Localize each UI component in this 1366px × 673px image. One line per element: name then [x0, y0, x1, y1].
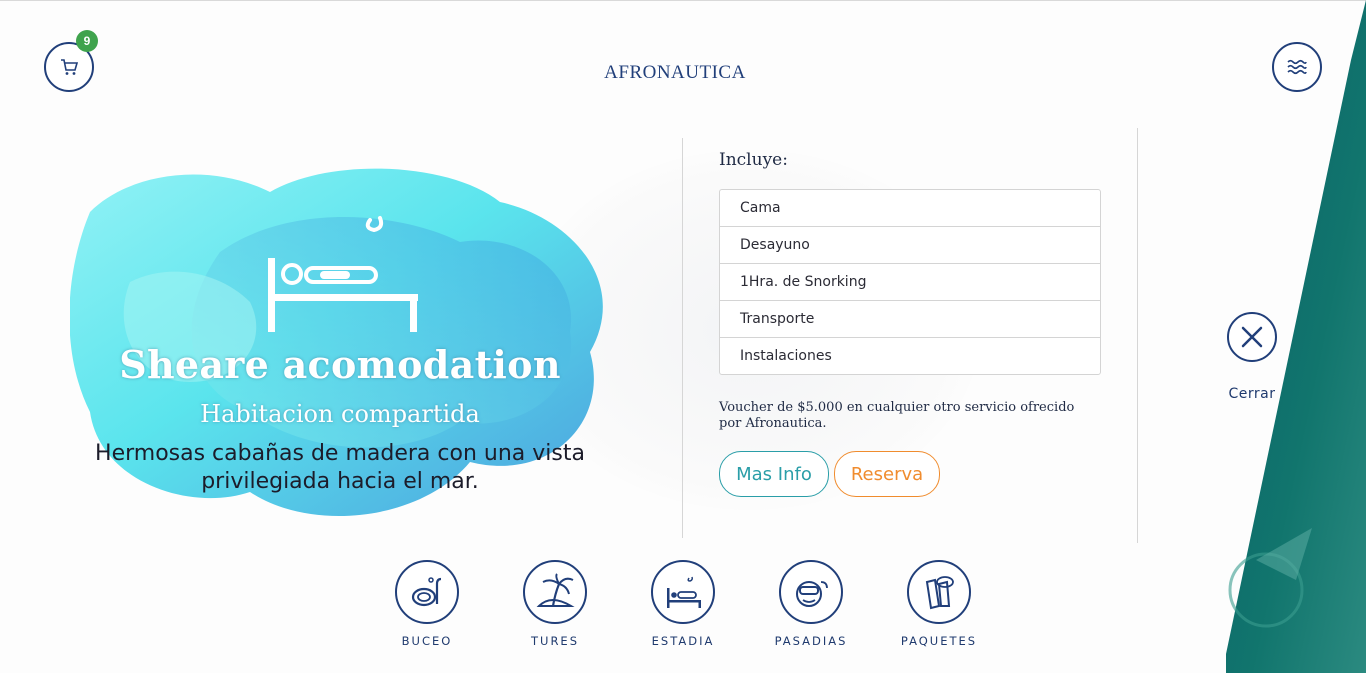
nav-estadia-circle[interactable]: [651, 560, 715, 624]
fins-icon: [925, 576, 954, 610]
nav-label[interactable]: PAQUETES: [894, 634, 984, 648]
list-item: Instalaciones: [740, 348, 832, 364]
nav-label[interactable]: ESTADIA: [638, 634, 728, 648]
nav-paquetes-circle[interactable]: [907, 560, 971, 624]
nav-buceo-circle[interactable]: [395, 560, 459, 624]
list-item: Cama: [720, 190, 1100, 227]
brand-logo[interactable]: AFRONAUTICA: [0, 62, 1350, 84]
list-item: Transporte: [720, 301, 1100, 338]
hero-description: Hermosas cabañas de madera con una vista…: [60, 440, 620, 496]
divider-left: [682, 138, 683, 538]
hero-description-line1: Hermosas cabañas de madera con una vista: [95, 441, 585, 466]
waves-menu-icon: [1287, 59, 1307, 75]
nav-label[interactable]: PASADIAS: [766, 634, 856, 648]
nav-item-buceo[interactable]: BUCEO: [382, 560, 472, 648]
nav-label[interactable]: BUCEO: [382, 634, 472, 648]
hero-title: Sheare acomodation: [119, 342, 561, 387]
nav-item-tures[interactable]: TURES: [510, 560, 600, 648]
bed-icon: [268, 216, 418, 332]
bed-icon: [667, 576, 701, 608]
top-border: [0, 0, 1366, 1]
hero-subtitle: Habitacion compartida: [200, 400, 480, 428]
list-item: Desayuno: [720, 227, 1100, 264]
reserve-button[interactable]: Reserva: [834, 451, 940, 497]
menu-button[interactable]: [1272, 42, 1322, 92]
divider-right: [1137, 128, 1138, 543]
cart-count-badge: 9: [76, 30, 98, 52]
includes-list: Cama Desayuno 1Hra. de Snorking Transpor…: [719, 189, 1101, 375]
nav-tures-circle[interactable]: [523, 560, 587, 624]
snorkel-mask-icon: [411, 577, 442, 607]
nav-item-pasadias[interactable]: PASADIAS: [766, 560, 856, 648]
includes-title: Incluye:: [719, 150, 788, 170]
hero-description-line2: privilegiada hacia el mar.: [201, 469, 479, 494]
diver-face-icon: [796, 581, 828, 607]
close-icon: [1241, 326, 1263, 348]
close-label[interactable]: Cerrar: [1222, 386, 1282, 402]
nav-item-estadia[interactable]: ESTADIA: [638, 560, 728, 648]
palm-tree-icon: [536, 573, 575, 607]
nav-label[interactable]: TURES: [510, 634, 600, 648]
more-info-button[interactable]: Mas Info: [719, 451, 829, 497]
list-item: 1Hra. de Snorking: [720, 264, 1100, 301]
close-button[interactable]: [1227, 312, 1277, 362]
nav-item-paquetes[interactable]: PAQUETES: [894, 560, 984, 648]
voucher-text: Voucher de $5.000 en cualquier otro serv…: [719, 400, 1075, 431]
nav-pasadias-circle[interactable]: [779, 560, 843, 624]
